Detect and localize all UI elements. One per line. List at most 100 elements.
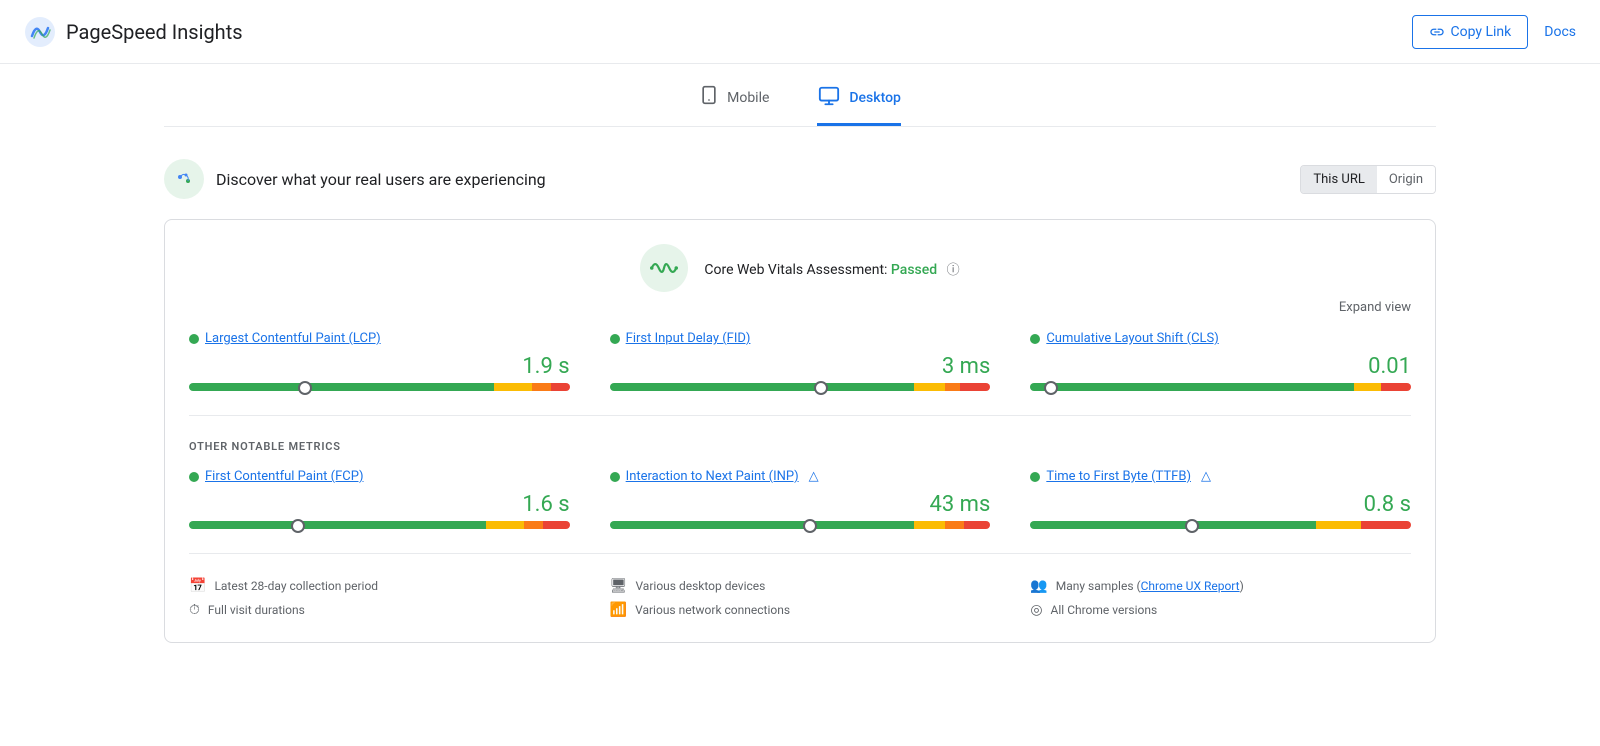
cwv-header: Core Web Vitals Assessment: Passed ⓘ xyxy=(189,244,1411,292)
header-actions: Copy Link Docs xyxy=(1412,15,1577,49)
metric-inp: Interaction to Next Paint (INP) △ 43 ms xyxy=(610,469,991,529)
beta-icon: △ xyxy=(1201,469,1211,484)
metric-bar-bg-lcp xyxy=(189,383,570,391)
chrome-ux-link[interactable]: Chrome UX Report xyxy=(1141,579,1240,593)
tab-mobile-label: Mobile xyxy=(727,90,769,106)
metric-bar-bg-ttfb xyxy=(1030,521,1411,529)
metric-marker-fcp xyxy=(291,519,301,531)
bar-green-fcp xyxy=(189,521,486,529)
docs-link[interactable]: Docs xyxy=(1544,24,1576,40)
metric-label-fid: First Input Delay (FID) xyxy=(610,331,991,346)
bar-green-fid xyxy=(610,383,915,391)
section-header-left: Discover what your real users are experi… xyxy=(164,159,546,199)
metric-bar-bg-fid xyxy=(610,383,991,391)
footer-col-1: 📅 Latest 28-day collection period ⏱ Full… xyxy=(189,578,570,618)
tab-mobile[interactable]: Mobile xyxy=(699,84,769,126)
metric-value-fid: 3 ms xyxy=(610,354,991,379)
metric-ttfb: Time to First Byte (TTFB) △ 0.8 s xyxy=(1030,469,1411,529)
metric-bar-bg-inp xyxy=(610,521,991,529)
section-icon xyxy=(164,159,204,199)
metric-bar-ttfb xyxy=(1030,521,1411,529)
footer-item-1-1: 📅 Latest 28-day collection period xyxy=(189,578,570,594)
other-metrics-grid: First Contentful Paint (FCP) 1.6 s Inter… xyxy=(189,469,1411,529)
bar-orange-lcp xyxy=(532,383,551,391)
bar-orange-fid xyxy=(945,383,960,391)
metric-cls: Cumulative Layout Shift (CLS) 0.01 xyxy=(1030,331,1411,391)
metric-dot-fid xyxy=(610,334,620,344)
metric-value-lcp: 1.9 s xyxy=(189,354,570,379)
footer-icon-3-2: ◎ xyxy=(1030,602,1042,618)
footer-divider xyxy=(189,553,1411,554)
tab-desktop-label: Desktop xyxy=(849,90,900,106)
bar-red-fid xyxy=(960,383,990,391)
footer-item-2-2: 📶 Various network connections xyxy=(610,602,991,618)
metric-fid: First Input Delay (FID) 3 ms xyxy=(610,331,991,391)
footer-icon-1-1: 📅 xyxy=(189,578,206,594)
metric-label-inp: Interaction to Next Paint (INP) △ xyxy=(610,469,991,484)
footer-item-3-2: ◎ All Chrome versions xyxy=(1030,602,1411,618)
footer-icon-1-2: ⏱ xyxy=(189,602,200,618)
footer-text-1-1: Latest 28-day collection period xyxy=(214,579,378,593)
metric-dot-cls xyxy=(1030,334,1040,344)
metric-bar-bg-fcp xyxy=(189,521,570,529)
tab-desktop[interactable]: Desktop xyxy=(817,84,900,126)
metric-bar-fcp xyxy=(189,521,570,529)
metric-dot-lcp xyxy=(189,334,199,344)
tab-bar: Mobile Desktop xyxy=(164,64,1436,127)
metric-value-inp: 43 ms xyxy=(610,492,991,517)
copy-link-button[interactable]: Copy Link xyxy=(1412,15,1529,49)
metric-bar-bg-cls xyxy=(1030,383,1411,391)
metric-name-fid[interactable]: First Input Delay (FID) xyxy=(626,331,751,346)
desktop-icon xyxy=(817,85,841,111)
metric-dot-ttfb xyxy=(1030,472,1040,482)
metric-marker-lcp xyxy=(298,381,308,393)
metric-marker-cls xyxy=(1044,381,1054,393)
metric-marker-ttfb xyxy=(1185,519,1195,531)
footer-info: 📅 Latest 28-day collection period ⏱ Full… xyxy=(189,578,1411,618)
footer-icon-2-2: 📶 xyxy=(610,602,627,618)
bar-yellow-inp xyxy=(914,521,944,529)
footer-icon-3-1: 👥 xyxy=(1030,578,1047,594)
bar-yellow-ttfb xyxy=(1316,521,1362,529)
core-metrics-grid: Largest Contentful Paint (LCP) 1.9 s Fir… xyxy=(189,331,1411,391)
footer-text-2-2: Various network connections xyxy=(635,603,790,617)
cwv-info-icon[interactable]: ⓘ xyxy=(947,263,960,278)
footer-text-1-2: Full visit durations xyxy=(208,603,305,617)
app-title: PageSpeed Insights xyxy=(66,20,243,44)
metric-name-ttfb[interactable]: Time to First Byte (TTFB) xyxy=(1046,469,1191,484)
metric-value-ttfb: 0.8 s xyxy=(1030,492,1411,517)
bar-yellow-lcp xyxy=(494,383,532,391)
metric-label-cls: Cumulative Layout Shift (CLS) xyxy=(1030,331,1411,346)
logo: PageSpeed Insights xyxy=(24,16,243,48)
metrics-divider xyxy=(189,415,1411,416)
expand-view[interactable]: Expand view xyxy=(189,300,1411,315)
section-title: Discover what your real users are experi… xyxy=(216,170,546,189)
copy-link-label: Copy Link xyxy=(1451,24,1512,40)
metric-label-ttfb: Time to First Byte (TTFB) △ xyxy=(1030,469,1411,484)
footer-icon-2-1: 🖥 xyxy=(610,578,628,594)
cwv-icon xyxy=(640,244,688,292)
metric-name-inp[interactable]: Interaction to Next Paint (INP) xyxy=(626,469,799,484)
metric-name-lcp[interactable]: Largest Contentful Paint (LCP) xyxy=(205,331,381,346)
footer-text-3-2: All Chrome versions xyxy=(1051,603,1158,617)
footer-item-1-2: ⏱ Full visit durations xyxy=(189,602,570,618)
metric-name-fcp[interactable]: First Contentful Paint (FCP) xyxy=(205,469,364,484)
footer-text-2-1: Various desktop devices xyxy=(635,579,765,593)
link-icon xyxy=(1429,24,1445,40)
cwv-status: Passed xyxy=(891,262,937,278)
metric-fcp: First Contentful Paint (FCP) 1.6 s xyxy=(189,469,570,529)
footer-item-3-1: 👥 Many samples (Chrome UX Report) xyxy=(1030,578,1411,594)
footer-col-2: 🖥 Various desktop devices 📶 Various netw… xyxy=(610,578,991,618)
main-content: Mobile Desktop Discover what your real u… xyxy=(140,64,1460,643)
bar-green-ttfb xyxy=(1030,521,1315,529)
metric-name-cls[interactable]: Cumulative Layout Shift (CLS) xyxy=(1046,331,1218,346)
bar-red-cls xyxy=(1381,383,1411,391)
origin-button[interactable]: Origin xyxy=(1377,166,1435,193)
bar-yellow-fcp xyxy=(486,521,524,529)
metric-dot-fcp xyxy=(189,472,199,482)
section-header: Discover what your real users are experi… xyxy=(164,159,1436,199)
pagespeed-logo-icon xyxy=(24,16,56,48)
bar-green-inp xyxy=(610,521,915,529)
metric-bar-fid xyxy=(610,383,991,391)
this-url-button[interactable]: This URL xyxy=(1301,166,1376,193)
